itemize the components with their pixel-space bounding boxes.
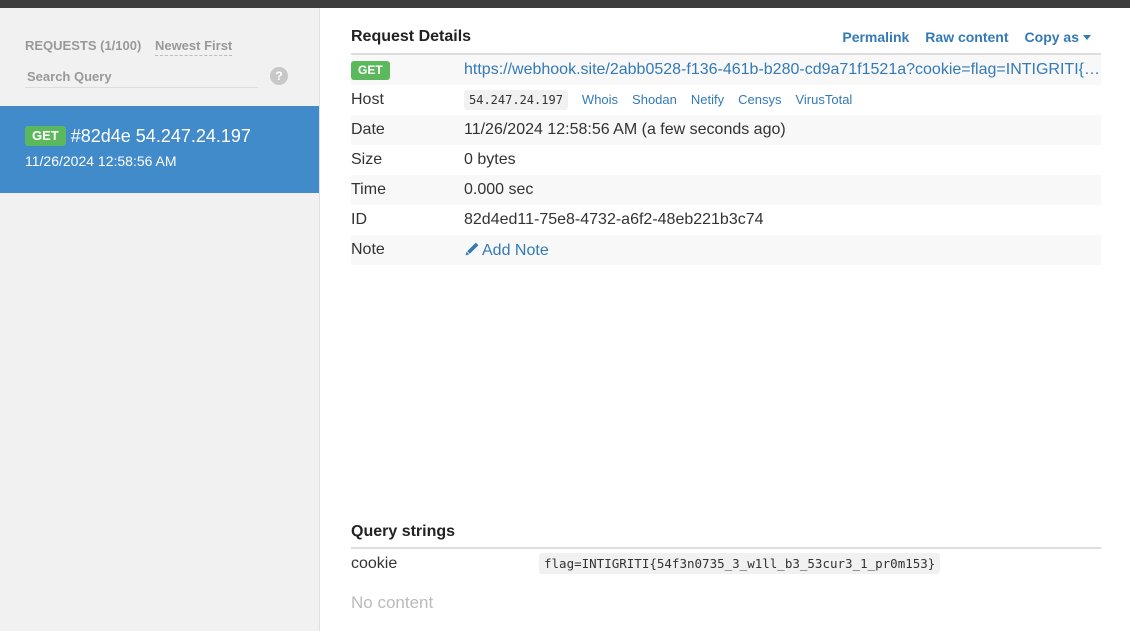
host-cell: 54.247.24.197 Whois Shodan Netify Censys Viru… <box>464 85 1101 115</box>
query-string-value: flag=INTIGRITI{54f3n0735_3_w1ll_b3_53cur… <box>539 553 941 574</box>
request-list-item[interactable]: GET #82d4e 54.247.24.197 11/26/2024 12:58… <box>0 106 319 193</box>
shodan-link[interactable]: Shodan <box>632 92 677 107</box>
sort-order-toggle[interactable]: Newest First <box>154 38 233 56</box>
host-row: Host 54.247.24.197 Whois Shodan Netify Censy… <box>351 85 1101 115</box>
date-value: 11/26/2024 12:58:56 AM (a few seconds ag… <box>464 121 786 138</box>
query-strings-title: Query strings <box>351 523 456 540</box>
url-cell: https://webhook.site/2abb0528-f136-461b-… <box>464 55 1101 85</box>
details-actions: Permalink Raw content Copy as <box>826 29 1091 45</box>
size-row: Size 0 bytes <box>351 145 1101 175</box>
details-table: GET https://webhook.site/2abb0528-f136-4… <box>351 55 1101 265</box>
query-string-row: cookie flag=INTIGRITI{54f3n0735_3_w1ll_b… <box>351 549 1101 579</box>
add-note-link[interactable]: Add Note <box>464 242 549 259</box>
id-value: 82d4ed11-75e8-4732-a6f2-48eb221b3c74 <box>464 211 764 228</box>
requests-sidebar: REQUESTS (1/100) Newest First ? GET#82d4… <box>0 8 320 631</box>
url-row: GET https://webhook.site/2abb0528-f136-4… <box>351 55 1101 85</box>
request-url-link[interactable]: https://webhook.site/2abb0528-f136-461b-… <box>464 61 1101 79</box>
host-ip: 54.247.24.197 <box>464 90 568 110</box>
method-badge: GET <box>25 126 66 146</box>
id-label: ID <box>351 211 367 228</box>
no-content-text: No content <box>351 593 434 612</box>
method-cell: GET <box>351 55 464 85</box>
date-label: Date <box>351 121 385 138</box>
request-item-header: GET #82d4e 54.247.24.197 <box>25 126 251 147</box>
requests-header: REQUESTS (1/100) Newest First <box>25 38 233 56</box>
search-input[interactable] <box>25 66 258 88</box>
query-string-value-cell: flag=INTIGRITI{54f3n0735_3_w1ll_b3_53cur… <box>539 553 941 574</box>
copy-as-dropdown[interactable]: Copy as <box>1025 29 1091 45</box>
pencil-icon <box>465 242 479 255</box>
time-row: Time 0.000 sec <box>351 175 1101 205</box>
caret-down-icon <box>1083 35 1091 40</box>
note-cell: Add Note <box>464 235 1101 265</box>
request-details-title: Request Details <box>351 28 472 45</box>
request-item-timestamp: 11/26/2024 12:58:56 AM <box>25 153 177 169</box>
top-bar <box>0 0 1130 8</box>
question-circle-icon[interactable]: ? <box>270 67 288 85</box>
method-badge: GET <box>351 60 390 80</box>
note-row: Note Add Note <box>351 235 1101 265</box>
requests-count: REQUESTS (1/100) <box>25 38 142 53</box>
virustotal-link[interactable]: VirusTotal <box>795 92 852 107</box>
id-row: ID 82d4ed11-75e8-4732-a6f2-48eb221b3c74 <box>351 205 1101 235</box>
request-item-title: #82d4e 54.247.24.197 <box>70 126 251 146</box>
whois-link[interactable]: Whois <box>582 92 618 107</box>
netify-link[interactable]: Netify <box>691 92 724 107</box>
copy-as-label: Copy as <box>1024 29 1079 45</box>
size-label: Size <box>351 151 383 168</box>
size-value: 0 bytes <box>464 151 516 168</box>
note-label: Note <box>351 241 385 258</box>
time-label: Time <box>351 181 386 198</box>
time-value: 0.000 sec <box>464 181 534 198</box>
censys-link[interactable]: Censys <box>738 92 781 107</box>
raw-content-link[interactable]: Raw content <box>925 29 1008 45</box>
permalink-link[interactable]: Permalink <box>842 29 909 45</box>
add-note-label: Add Note <box>482 241 549 259</box>
query-string-key: cookie <box>351 555 398 572</box>
host-label: Host <box>351 91 384 108</box>
date-row: Date 11/26/2024 12:58:56 AM (a few secon… <box>351 115 1101 145</box>
